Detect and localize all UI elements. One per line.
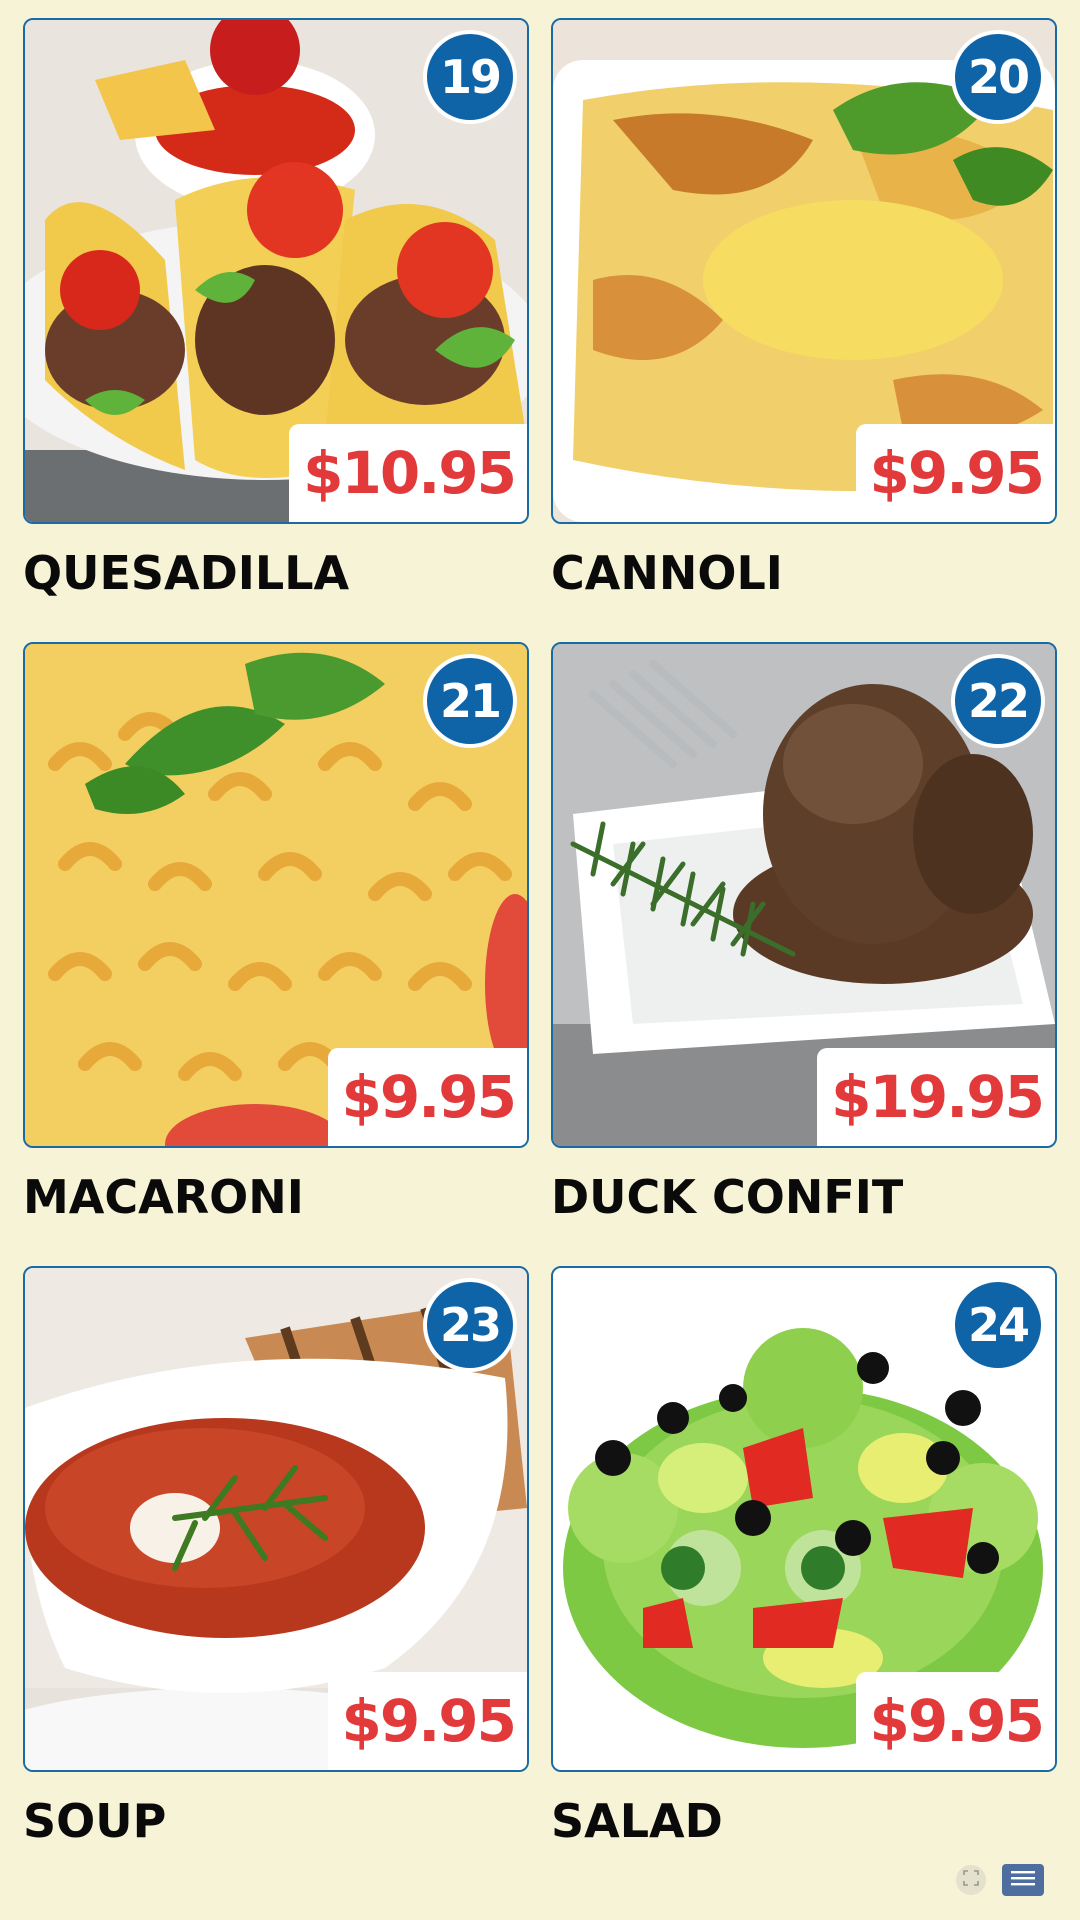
item-number-badge: 23	[423, 1278, 517, 1372]
menu-item-card[interactable]: 23 $9.95 SOUP	[23, 1266, 529, 1890]
item-name: SALAD	[551, 1794, 723, 1848]
menu-grid: 19 $10.95 QUESADILLA 20 $9.95 CANNOLI 21…	[23, 18, 1057, 1890]
item-name: CANNOLI	[551, 546, 783, 600]
menu-item-card[interactable]: 21 $9.95 MACARONI	[23, 642, 529, 1266]
menu-item-card[interactable]: 19 $10.95 QUESADILLA	[23, 18, 529, 642]
item-name: SOUP	[23, 1794, 167, 1848]
fullscreen-icon	[963, 1870, 979, 1890]
menu-item-card[interactable]: 20 $9.95 CANNOLI	[551, 18, 1057, 642]
lasagna-photo: 20 $9.95	[551, 18, 1057, 524]
item-name: DUCK CONFIT	[551, 1170, 904, 1224]
item-price: $9.95	[327, 1672, 527, 1770]
fullscreen-button[interactable]	[956, 1865, 986, 1895]
item-number-badge: 19	[423, 30, 517, 124]
item-number-badge: 24	[951, 1278, 1045, 1372]
item-number-badge: 22	[951, 654, 1045, 748]
item-number-badge: 21	[423, 654, 517, 748]
menu-item-card[interactable]: 22 $19.95 DUCK CONFIT	[551, 642, 1057, 1266]
hamburger-menu-icon	[1010, 1869, 1036, 1891]
item-price: $9.95	[855, 1672, 1055, 1770]
item-price: $19.95	[817, 1048, 1055, 1146]
duck-confit-photo: 22 $19.95	[551, 642, 1057, 1148]
item-price: $10.95	[289, 424, 527, 522]
item-name: QUESADILLA	[23, 546, 350, 600]
player-controls	[956, 1864, 1044, 1896]
menu-button[interactable]	[1002, 1864, 1044, 1896]
macaroni-photo: 21 $9.95	[23, 642, 529, 1148]
item-price: $9.95	[855, 424, 1055, 522]
item-price: $9.95	[327, 1048, 527, 1146]
item-number-badge: 20	[951, 30, 1045, 124]
soup-photo: 23 $9.95	[23, 1266, 529, 1772]
item-name: MACARONI	[23, 1170, 304, 1224]
menu-item-card[interactable]: 24 $9.95 SALAD	[551, 1266, 1057, 1890]
salad-photo: 24 $9.95	[551, 1266, 1057, 1772]
tacos-photo: 19 $10.95	[23, 18, 529, 524]
